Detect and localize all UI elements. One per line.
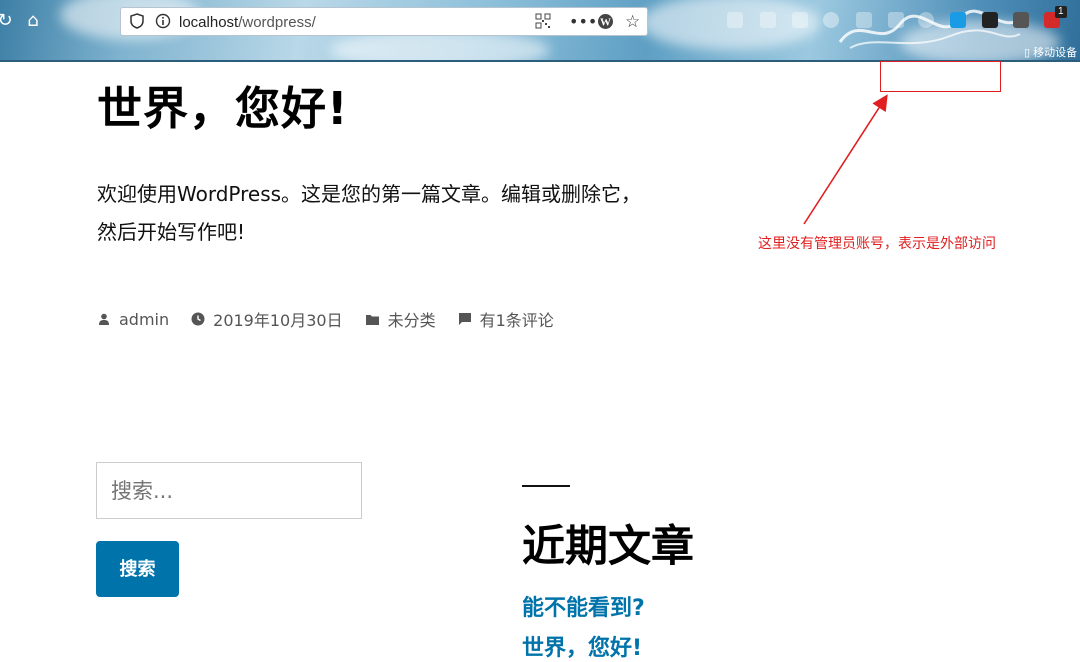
mobile-bookmarks-label: 移动设备 [1033,47,1078,59]
author-link[interactable]: admin [119,310,169,329]
tracking-shield-icon[interactable] [130,13,144,34]
library-icon[interactable] [760,12,776,28]
folder-icon [365,314,379,325]
qr-code-icon[interactable] [535,13,551,34]
comment-icon [458,313,471,325]
site-info-icon[interactable] [155,13,171,34]
translate-extension-icon[interactable] [950,12,966,28]
post-title[interactable]: 世界，您好! [97,72,349,137]
sidebar-icon[interactable] [792,12,808,28]
post-content: 欢迎使用WordPress。这是您的第一篇文章。编辑或删除它，然后开始写作吧! [97,182,642,244]
search-button[interactable]: 搜索 [96,541,179,597]
svg-text:W: W [600,17,611,29]
annotation-text: 这里没有管理员账号，表示是外部访问 [758,236,996,252]
home-icon[interactable]: ⌂ [22,10,44,32]
post-comments: 有1条评论 [458,307,554,331]
undo-icon[interactable] [888,12,904,28]
recent-posts-title: 近期文章 [522,522,694,572]
upload-icon[interactable] [1013,12,1029,28]
date-link[interactable]: 2019年10月30日 [213,307,342,331]
post-meta: admin 2019年10月30日 未分类 有1条评论 [97,307,576,331]
browser-toolbar: ↻ ⌂ localhost/wordpress/ ••• W ☆ 1 ▯ 移动设… [0,0,1080,62]
mobile-bookmarks-folder[interactable]: ▯ 移动设备 [1024,44,1077,60]
url-host: localhost [179,14,239,31]
post-author: admin [97,310,169,329]
clock-icon [191,312,205,326]
category-link[interactable]: 未分类 [388,307,436,331]
post-category: 未分类 [365,307,436,331]
wordpress-icon[interactable]: W [597,13,614,35]
annotation-highlight-box [880,61,1001,92]
share-icon[interactable] [918,12,934,28]
recent-post-link[interactable]: 能不能看到? [522,590,645,622]
widget-divider [522,485,570,487]
person-icon [99,313,109,325]
post-date: 2019年10月30日 [191,307,343,331]
search-input[interactable] [96,462,362,519]
reload-icon[interactable]: ↻ [0,10,16,32]
more-actions-icon[interactable]: ••• [569,13,597,31]
download-icon[interactable] [727,12,743,28]
recent-post-link[interactable]: 世界，您好! [522,630,642,662]
account-icon[interactable] [823,12,839,28]
url-text: localhost/wordpress/ [179,14,316,31]
comments-link[interactable]: 有1条评论 [480,307,554,331]
extension-badge: 1 [1055,6,1067,18]
screenshot-icon[interactable] [856,12,872,28]
address-bar[interactable]: localhost/wordpress/ ••• W ☆ [120,7,648,36]
url-path: /wordpress/ [238,14,316,31]
bookmark-star-icon[interactable]: ☆ [625,13,640,31]
tampermonkey-icon[interactable] [982,12,998,28]
